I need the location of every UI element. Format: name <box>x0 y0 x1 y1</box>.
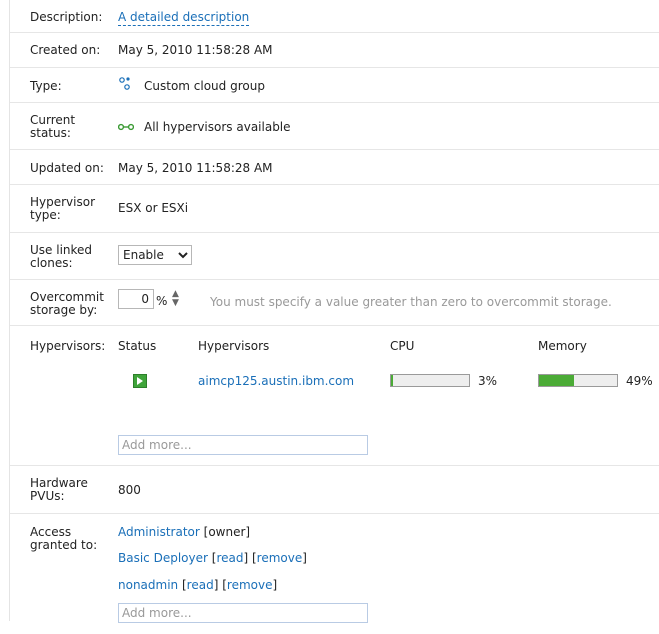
access-entry-basic-deployer: Basic Deployer [read] [remove] <box>118 551 307 565</box>
description-value[interactable]: A detailed description <box>118 10 250 26</box>
remove-bracket-close: ] <box>272 578 278 592</box>
access-entry-administrator: Administrator [owner] <box>118 525 250 539</box>
linked-clones-select[interactable]: Enable <box>118 245 192 265</box>
updated-on-row: Updated on: May 5, 2010 11:58:28 AM <box>10 150 659 185</box>
overcommit-input[interactable] <box>118 289 154 309</box>
hypervisors-label: Hypervisors: <box>30 339 106 353</box>
access-row: Access granted to: Administrator [owner]… <box>10 514 659 634</box>
column-header-cpu: CPU <box>390 339 415 353</box>
overcommit-label-1: Overcommit <box>30 290 104 304</box>
access-user-link[interactable]: nonadmin <box>118 578 178 592</box>
access-entry-nonadmin: nonadmin [read] [remove] <box>118 578 277 592</box>
type-row: Type: Custom cloud group <box>10 68 659 103</box>
created-on-row: Created on: May 5, 2010 11:58:28 AM <box>10 33 659 68</box>
access-role-owner: [owner] <box>203 525 251 539</box>
hardware-pvus-label-2: PVUs: <box>30 489 65 503</box>
linked-clones-label-2: clones: <box>30 256 73 270</box>
current-status-row: Current status: All hypervisors availabl… <box>10 103 659 150</box>
status-running-icon <box>133 374 147 388</box>
hypervisor-link[interactable]: aimcp125.austin.ibm.com <box>198 374 354 388</box>
description-label: Description: <box>30 10 103 24</box>
remove-bracket-close: ] <box>302 551 307 565</box>
type-label: Type: <box>30 79 62 93</box>
description-text[interactable]: A detailed description <box>118 10 250 26</box>
overcommit-spinner-icon[interactable]: ▲ ▼ <box>172 290 179 308</box>
access-remove-link[interactable]: remove <box>257 551 303 565</box>
column-header-memory: Memory <box>538 339 587 353</box>
access-role-read-link[interactable]: read <box>216 551 243 565</box>
overcommit-label-2: storage by: <box>30 303 98 317</box>
overcommit-hint: You must specify a value greater than ze… <box>210 295 612 309</box>
access-user-link[interactable]: Administrator <box>118 525 200 539</box>
hypervisor-type-label-1: Hypervisor <box>30 195 96 209</box>
hypervisor-link-icon <box>117 120 135 134</box>
current-status-value: All hypervisors available <box>144 120 291 134</box>
hypervisor-type-value: ESX or ESXi <box>118 201 189 215</box>
hypervisor-type-label-2: type: <box>30 208 61 222</box>
hardware-pvus-row: Hardware PVUs: 800 <box>10 466 659 514</box>
overcommit-row: Overcommit storage by: % ▲▼ You must spe… <box>10 280 659 326</box>
add-access-input[interactable] <box>118 603 368 623</box>
updated-on-value: May 5, 2010 11:58:28 AM <box>118 161 273 175</box>
role-bracket-close: ] <box>213 578 219 592</box>
hypervisor-type-row: Hypervisor type: ESX or ESXi <box>10 185 659 233</box>
access-remove-link[interactable]: remove <box>227 578 273 592</box>
column-header-hypervisors: Hypervisors <box>198 339 270 353</box>
access-label-2: granted to: <box>30 538 98 552</box>
column-header-status: Status <box>118 339 157 353</box>
hardware-pvus-label-1: Hardware <box>30 476 88 490</box>
cpu-usage-fill <box>391 375 394 386</box>
access-label-1: Access <box>30 525 72 539</box>
current-status-label-1: Current <box>30 113 76 127</box>
cpu-usage-bar <box>390 374 470 387</box>
add-hypervisor-input[interactable] <box>118 435 368 455</box>
access-user-link[interactable]: Basic Deployer <box>118 551 208 565</box>
type-value: Custom cloud group <box>144 79 265 93</box>
cpu-usage-text: 3% <box>478 374 498 388</box>
cloud-group-icon <box>118 76 132 95</box>
hypervisors-row: Hypervisors: Status Hypervisors CPU Memo… <box>10 326 659 466</box>
created-on-label: Created on: <box>30 43 101 57</box>
current-status-label-2: status: <box>30 126 71 140</box>
memory-usage-text: 49% <box>626 374 653 388</box>
created-on-value: May 5, 2010 11:58:28 AM <box>118 43 273 57</box>
description-row: Description: A detailed description <box>10 0 659 33</box>
overcommit-unit: % <box>156 294 168 308</box>
linked-clones-row: Use linked clones: Enable <box>10 233 659 280</box>
memory-usage-fill <box>539 375 575 386</box>
role-bracket-close: ] <box>243 551 249 565</box>
memory-usage-bar <box>538 374 618 387</box>
access-role-read-link[interactable]: read <box>187 578 214 592</box>
linked-clones-label-1: Use linked <box>30 243 93 257</box>
updated-on-label: Updated on: <box>30 161 104 175</box>
hardware-pvus-value: 800 <box>118 483 141 497</box>
